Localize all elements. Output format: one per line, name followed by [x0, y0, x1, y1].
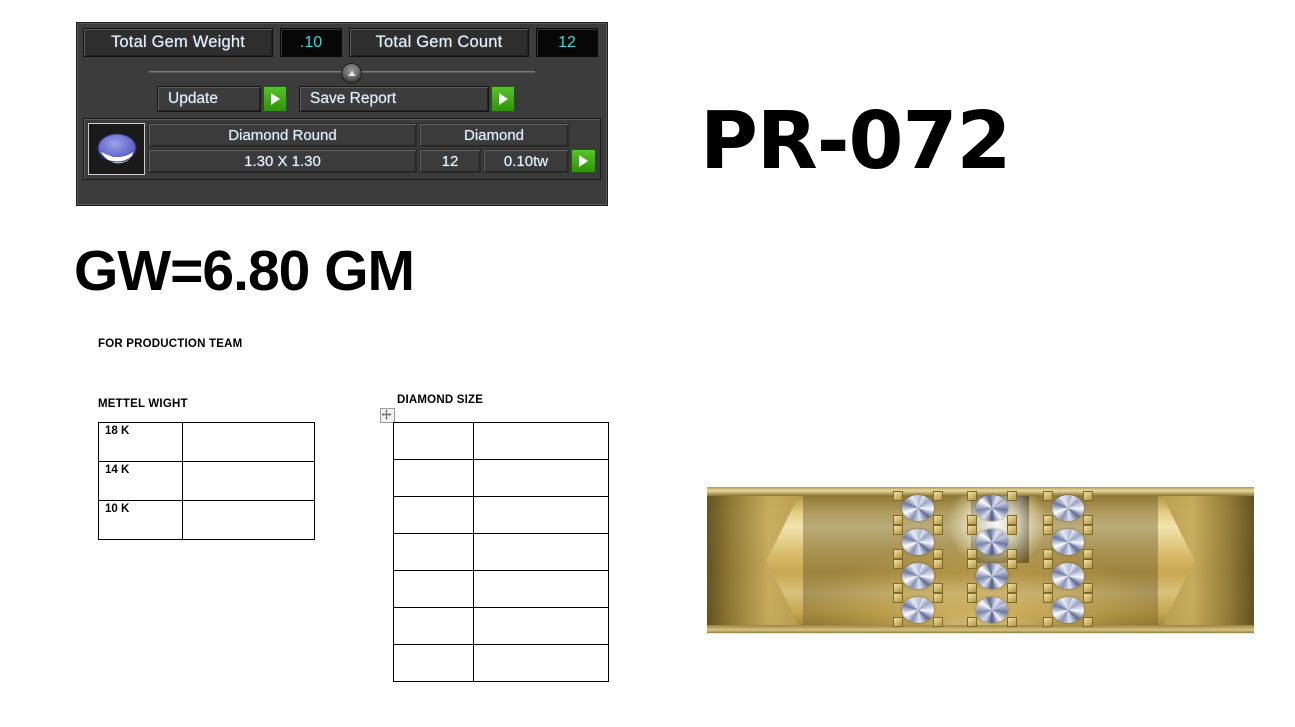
gem-size-value[interactable]: 1.30 X 1.30 [148, 149, 417, 173]
metal-karat-cell[interactable]: 14 K [98, 461, 183, 501]
image-bottom-edge [707, 633, 1254, 634]
gem-qty-value[interactable]: 12 [419, 149, 481, 173]
diamond-stone [1043, 525, 1093, 559]
diamond-size-table [393, 422, 609, 682]
diamond-value-cell[interactable] [473, 644, 609, 682]
gem-type-header: Diamond [419, 123, 569, 147]
diamond-stone [967, 525, 1017, 559]
table-row[interactable] [393, 422, 609, 460]
table-row[interactable] [393, 496, 609, 534]
diamond-size-cell[interactable] [393, 570, 474, 608]
diamond-stone [893, 491, 943, 525]
gem-table-row: 1.30 X 1.30 12 0.10tw [148, 149, 596, 173]
save-report-button-label: Save Report [299, 86, 489, 112]
metal-weight-table: 18 K 14 K 10 K [98, 422, 315, 540]
collapse-up-chevron-icon[interactable] [341, 63, 362, 84]
round-gem-icon [97, 133, 136, 164]
gem-detail-table: Diamond Round Diamond 1.30 X 1.30 12 0.1… [83, 118, 601, 180]
diamond-size-cell[interactable] [393, 644, 474, 682]
metal-karat-cell[interactable]: 10 K [98, 500, 183, 540]
diamond-stone [1043, 593, 1093, 627]
metal-karat-cell[interactable]: 18 K [98, 422, 183, 462]
diamond-value-cell[interactable] [473, 533, 609, 571]
update-go-arrow-icon[interactable] [263, 86, 287, 112]
header-spacer [571, 123, 596, 147]
update-button[interactable]: Update [157, 86, 287, 112]
diamond-stone [967, 559, 1017, 593]
gross-weight-heading: GW=6.80 GM [74, 239, 415, 303]
gem-row-go-arrow-icon[interactable] [571, 149, 596, 173]
chevron-up-glyph [347, 70, 356, 76]
table-row[interactable]: 18 K [98, 422, 315, 462]
metal-weight-cell[interactable] [182, 461, 315, 501]
table-row[interactable] [393, 570, 609, 608]
diamond-size-cell[interactable] [393, 496, 474, 534]
diamond-size-cell[interactable] [393, 459, 474, 497]
diamond-stone [1043, 491, 1093, 525]
diamond-stone [1043, 559, 1093, 593]
panel-collapse-slider[interactable] [83, 60, 601, 84]
diamond-size-cell[interactable] [393, 533, 474, 571]
production-team-heading: FOR PRODUCTION TEAM [98, 338, 243, 350]
stone-column [967, 491, 1017, 629]
table-row[interactable] [393, 533, 609, 571]
metal-weight-cell[interactable] [182, 500, 315, 540]
page-title: PR-072 [700, 95, 1011, 187]
diamond-value-cell[interactable] [473, 422, 609, 460]
panel-actions: Update Save Report [83, 86, 601, 112]
diamond-stone [967, 593, 1017, 627]
diamond-value-cell[interactable] [473, 607, 609, 645]
gem-shape-header: Diamond Round [148, 123, 417, 147]
diamond-value-cell[interactable] [473, 459, 609, 497]
total-gem-count-label: Total Gem Count [349, 28, 529, 57]
diamond-value-cell[interactable] [473, 496, 609, 534]
total-gem-count-value[interactable]: 12 [536, 28, 598, 57]
diamond-stone [893, 559, 943, 593]
gem-thumbnail[interactable] [88, 123, 145, 175]
metal-weight-heading: METTEL WIGHT [98, 398, 188, 410]
save-report-button[interactable]: Save Report [299, 86, 515, 112]
total-gem-weight-value[interactable]: .10 [280, 28, 342, 57]
metal-weight-cell[interactable] [182, 422, 315, 462]
total-gem-weight-label: Total Gem Weight [83, 28, 273, 57]
table-row[interactable]: 10 K [98, 500, 315, 540]
gem-total-weight-value[interactable]: 0.10tw [483, 149, 569, 173]
stone-column [1043, 491, 1093, 629]
table-row[interactable] [393, 459, 609, 497]
ring-render-image [707, 487, 1254, 634]
gem-summary-panel: Total Gem Weight .10 Total Gem Count 12 … [76, 22, 608, 206]
diamond-size-heading: DIAMOND SIZE [397, 394, 484, 406]
diamond-stone [893, 593, 943, 627]
save-report-go-arrow-icon[interactable] [491, 86, 515, 112]
diamond-stone [967, 491, 1017, 525]
update-button-label: Update [157, 86, 261, 112]
table-row[interactable]: 14 K [98, 461, 315, 501]
diamond-size-cell[interactable] [393, 607, 474, 645]
diamond-size-cell[interactable] [393, 422, 474, 460]
diamond-stone [893, 525, 943, 559]
stone-column [893, 491, 943, 629]
table-row[interactable] [393, 607, 609, 645]
table-move-handle-icon[interactable] [380, 408, 395, 423]
diamond-value-cell[interactable] [473, 570, 609, 608]
table-row[interactable] [393, 644, 609, 682]
gem-totals-row: Total Gem Weight .10 Total Gem Count 12 [83, 28, 601, 57]
